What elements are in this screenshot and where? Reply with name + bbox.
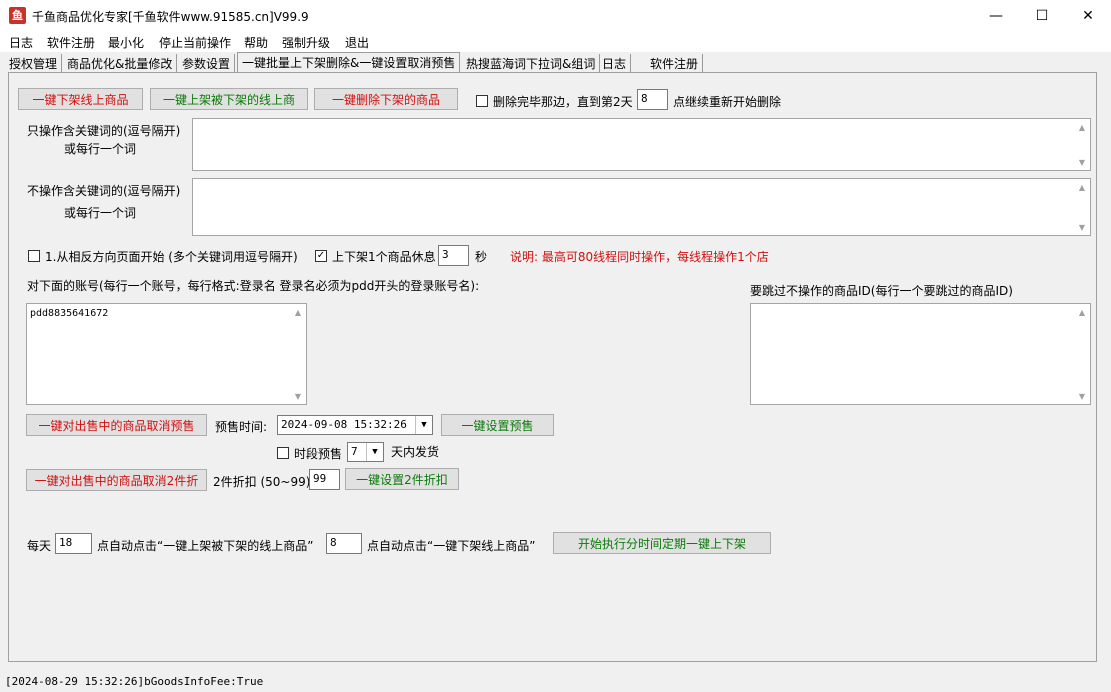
exclude-keywords-sublabel: 或每行一个词 <box>64 206 137 220</box>
tab-auth[interactable]: 授权管理 <box>5 54 63 72</box>
start-schedule-button[interactable]: 开始执行分时间定期一键上下架 <box>553 532 771 554</box>
ship-days-label: 天内发货 <box>391 445 440 459</box>
ship-days-value: 7 <box>351 445 358 458</box>
close-button[interactable]: ✕ <box>1065 0 1111 32</box>
accounts-value: pdd8835641672 <box>30 308 109 319</box>
menu-bar: 日志 软件注册 最小化 停止当前操作 帮助 强制升级 退出 <box>0 32 1111 52</box>
exclude-keywords-label: 不操作含关键词的(逗号隔开) <box>27 184 181 198</box>
tab-register[interactable]: 软件注册 <box>646 54 704 72</box>
scroll-down-icon[interactable]: ▼ <box>1074 389 1090 403</box>
scrollbar[interactable]: ▲ ▼ <box>1074 304 1090 404</box>
reverse-direction-label: 1.从相反方向页面开始 (多个关键词用逗号隔开) <box>45 250 298 264</box>
reverse-direction-checkbox[interactable] <box>28 250 40 262</box>
scroll-down-icon[interactable]: ▼ <box>290 389 306 403</box>
discount-input[interactable]: 99 <box>309 469 340 490</box>
skip-ids-textarea[interactable]: ▲ ▼ <box>750 303 1091 405</box>
scroll-down-icon[interactable]: ▼ <box>1074 155 1090 169</box>
skip-ids-label: 要跳过不操作的商品ID(每行一个要跳过的商品ID) <box>750 284 1013 298</box>
cancel-presale-button[interactable]: 一键对出售中的商品取消预售 <box>26 414 207 436</box>
status-text: [2024-08-29 15:32:26]bGoodsInfoFee:True <box>5 675 264 688</box>
menu-minimize[interactable]: 最小化 <box>108 34 144 51</box>
include-keywords-sublabel: 或每行一个词 <box>64 142 137 156</box>
scroll-up-icon[interactable]: ▲ <box>1074 305 1090 319</box>
thread-note: 说明: 最高可80线程同时操作，每线程操作1个店 <box>510 250 769 264</box>
scroll-up-icon[interactable]: ▲ <box>1074 120 1090 134</box>
app-icon: 鱼 <box>9 7 26 24</box>
tab-hot-words[interactable]: 热搜蓝海词下拉词&组词 <box>462 54 601 72</box>
tab-strip: 授权管理 商品优化&批量修改 参数设置 一键批量上下架删除&一键设置取消预售 热… <box>0 52 1111 72</box>
maximize-button[interactable]: ☐ <box>1019 0 1065 32</box>
scrollbar[interactable]: ▲ ▼ <box>290 304 306 404</box>
menu-stop[interactable]: 停止当前操作 <box>159 34 231 51</box>
include-keywords-label: 只操作含关键词的(逗号隔开) <box>27 124 181 138</box>
tab-batch-shelf[interactable]: 一键批量上下架删除&一键设置取消预售 <box>237 52 461 72</box>
discount-label: 2件折扣 (50~99) <box>213 475 311 489</box>
period-presale-checkbox[interactable] <box>277 447 289 459</box>
include-keywords-textarea[interactable]: ▲ ▼ <box>192 118 1091 171</box>
title-bar: 鱼 千鱼商品优化专家[千鱼软件www.91585.cn]V99.9 — ☐ ✕ <box>0 0 1111 32</box>
on-shelf-schedule-label: 点自动点击“一键上架被下架的线上商品” <box>97 539 314 553</box>
status-bar: [2024-08-29 15:32:26]bGoodsInfoFee:True <box>0 672 1111 692</box>
scroll-up-icon[interactable]: ▲ <box>1074 180 1090 194</box>
dropdown-arrow-icon[interactable]: ▼ <box>366 443 383 461</box>
delete-continue-label: 删除完毕那边，直到第2天 <box>493 95 633 109</box>
menu-help[interactable]: 帮助 <box>244 34 268 51</box>
accounts-label: 对下面的账号(每行一个账号，每行格式:登录名 登录名必须为pdd开头的登录账号名… <box>27 279 480 293</box>
rest-checkbox[interactable]: ✓ <box>315 250 327 262</box>
delete-hour-input[interactable]: 8 <box>637 89 668 110</box>
rest-label: 上下架1个商品休息 <box>332 250 436 264</box>
tab-params[interactable]: 参数设置 <box>178 54 236 72</box>
menu-register[interactable]: 软件注册 <box>47 34 95 51</box>
scroll-down-icon[interactable]: ▼ <box>1074 220 1090 234</box>
scrollbar[interactable]: ▲ ▼ <box>1074 179 1090 235</box>
minimize-button[interactable]: — <box>973 0 1019 32</box>
check-icon: ✓ <box>316 250 326 261</box>
off-shelf-button[interactable]: 一键下架线上商品 <box>18 88 143 110</box>
menu-log[interactable]: 日志 <box>9 34 33 51</box>
off-shelf-schedule-label: 点自动点击“一键下架线上商品” <box>367 539 536 553</box>
set-discount-button[interactable]: 一键设置2件折扣 <box>345 468 459 490</box>
scrollbar[interactable]: ▲ ▼ <box>1074 119 1090 170</box>
delete-continue-suffix: 点继续重新开始删除 <box>673 95 782 109</box>
menu-force-upgrade[interactable]: 强制升级 <box>282 34 330 51</box>
rest-seconds-input[interactable]: 3 <box>438 245 469 266</box>
exclude-keywords-textarea[interactable]: ▲ ▼ <box>192 178 1091 236</box>
dropdown-arrow-icon[interactable]: ▼ <box>415 416 432 434</box>
schedule-daily-label: 每天 <box>27 539 52 553</box>
cancel-discount-button[interactable]: 一键对出售中的商品取消2件折 <box>26 469 207 491</box>
on-shelf-button[interactable]: 一键上架被下架的线上商 <box>150 88 308 110</box>
tab-log[interactable]: 日志 <box>598 54 632 72</box>
scroll-up-icon[interactable]: ▲ <box>290 305 306 319</box>
ship-days-select[interactable]: 7 ▼ <box>347 442 384 462</box>
tab-optimize[interactable]: 商品优化&批量修改 <box>63 54 178 72</box>
delete-offshelf-button[interactable]: 一键删除下架的商品 <box>314 88 458 110</box>
rest-unit: 秒 <box>475 250 488 264</box>
set-presale-button[interactable]: 一键设置预售 <box>441 414 554 436</box>
on-shelf-hour-input[interactable]: 18 <box>55 533 92 554</box>
menu-exit[interactable]: 退出 <box>345 34 369 51</box>
off-shelf-hour-input[interactable]: 8 <box>326 533 362 554</box>
period-presale-label: 时段预售 <box>294 447 343 461</box>
window-title: 千鱼商品优化专家[千鱼软件www.91585.cn]V99.9 <box>32 10 309 24</box>
accounts-textarea[interactable]: pdd8835641672 ▲ ▼ <box>26 303 307 405</box>
presale-time-picker[interactable]: 2024-09-08 15:32:26 ▼ <box>277 415 433 435</box>
presale-time-value: 2024-09-08 15:32:26 <box>281 418 407 431</box>
delete-continue-checkbox[interactable] <box>476 95 488 107</box>
presale-time-label: 预售时间: <box>215 420 268 434</box>
